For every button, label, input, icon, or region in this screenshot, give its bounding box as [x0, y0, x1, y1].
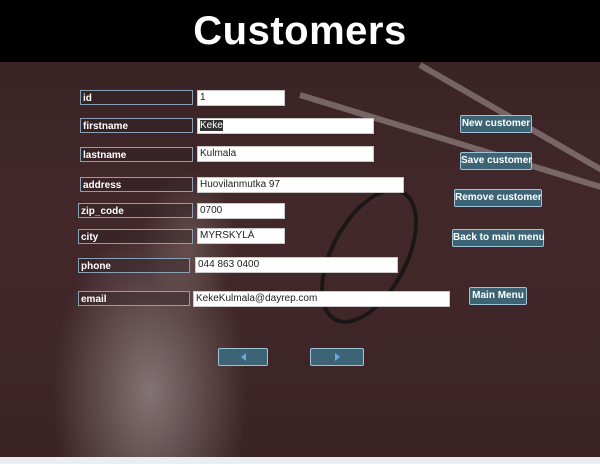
back-to-main-menu-button[interactable]: Back to main menu: [452, 229, 545, 247]
lastname-field[interactable]: Kulmala: [197, 146, 374, 162]
arrow-right-icon: [334, 353, 340, 361]
address-label: address: [80, 177, 193, 192]
remove-customer-button[interactable]: Remove customer: [454, 189, 542, 207]
city-label: city: [78, 229, 193, 244]
zip-code-label: zip_code: [78, 203, 193, 218]
email-field[interactable]: KekeKulmala@dayrep.com: [193, 291, 450, 307]
phone-field[interactable]: 044 863 0400: [195, 257, 398, 273]
lastname-label: lastname: [80, 147, 193, 162]
address-field[interactable]: Huovilanmutka 97: [197, 177, 404, 193]
zip-code-field[interactable]: 0700: [197, 203, 285, 219]
phone-label: phone: [78, 258, 190, 273]
id-label: id: [80, 90, 193, 105]
page-title: Customers: [193, 8, 407, 53]
main-menu-button[interactable]: Main Menu: [469, 287, 527, 305]
city-field[interactable]: MYRSKYLÄ: [197, 228, 285, 244]
firstname-label: firstname: [80, 118, 193, 133]
previous-record-button[interactable]: [218, 348, 268, 366]
bottom-strip: [0, 457, 600, 464]
title-bar: Customers: [0, 0, 600, 62]
email-label: email: [78, 291, 190, 306]
new-customer-button[interactable]: New customer: [460, 115, 532, 133]
tennis-racket-shape: [299, 172, 439, 340]
save-customer-button[interactable]: Save customer: [460, 152, 532, 170]
firstname-selected-text: Keke: [200, 120, 223, 131]
next-record-button[interactable]: [310, 348, 364, 366]
firstname-field[interactable]: Keke: [197, 118, 374, 134]
id-field[interactable]: 1: [197, 90, 285, 106]
arrow-left-icon: [240, 353, 246, 361]
